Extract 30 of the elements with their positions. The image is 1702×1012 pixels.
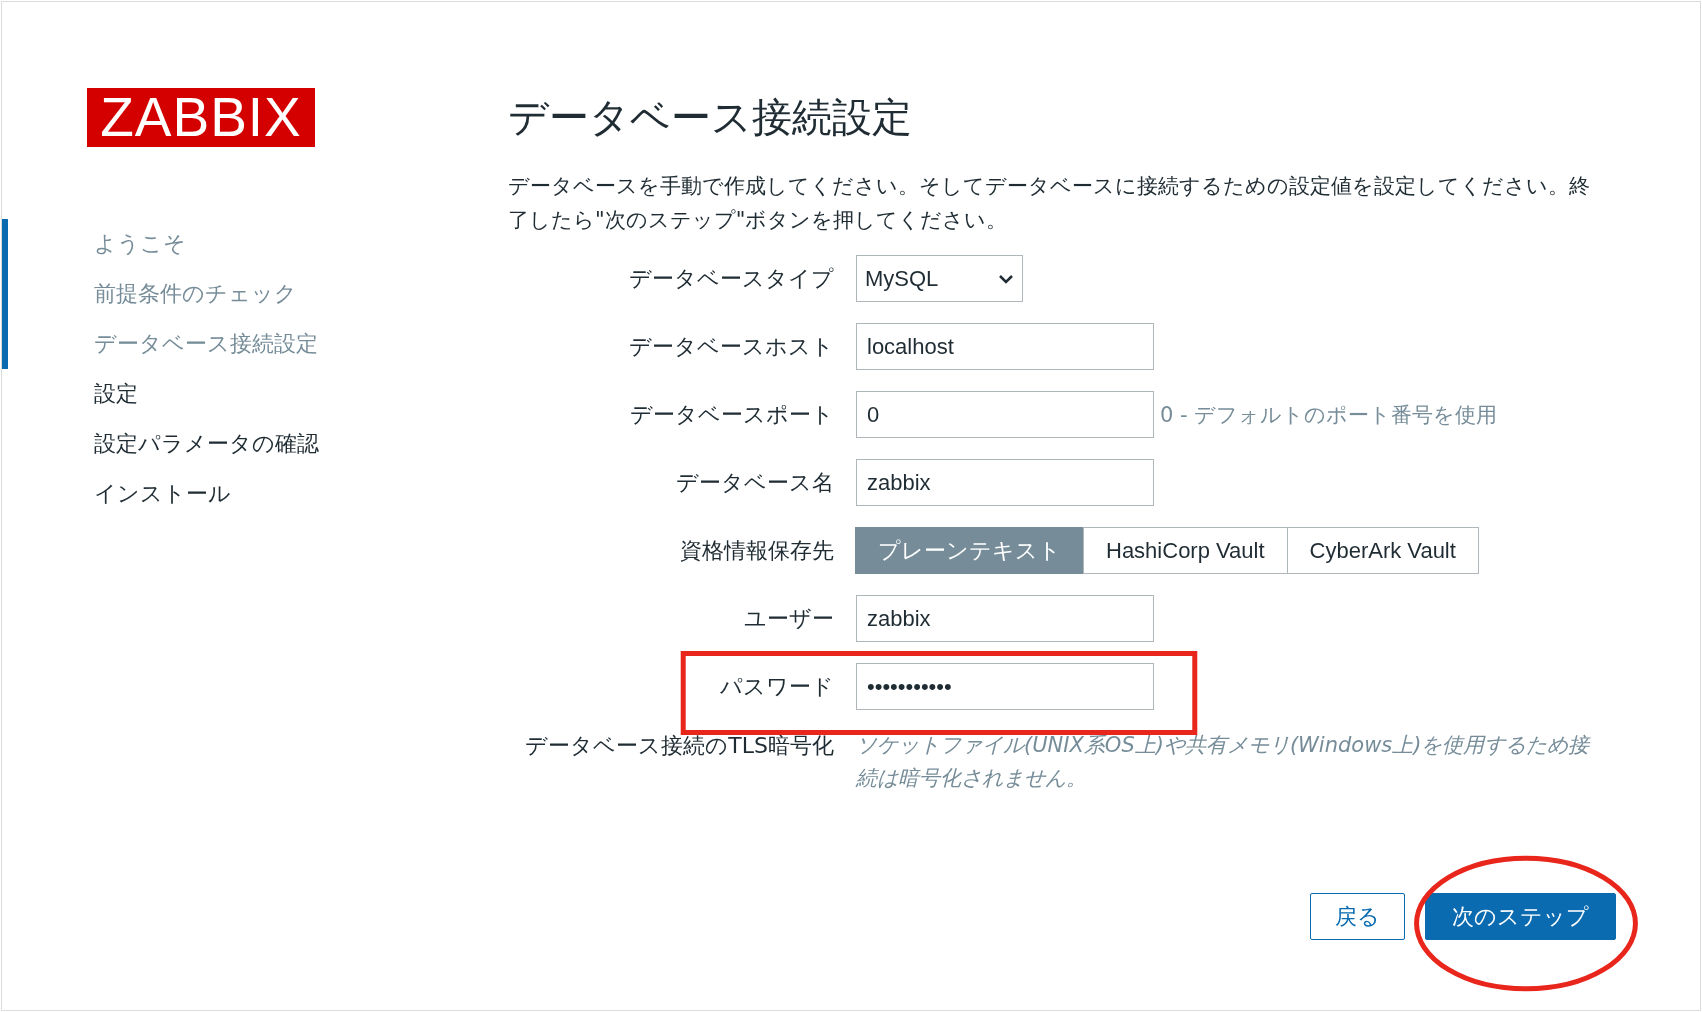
back-button[interactable]: 戻る xyxy=(1310,893,1405,940)
password-field[interactable]: ••••••••••• xyxy=(856,663,1154,710)
setup-step: インストール xyxy=(2,469,482,519)
field-label: ユーザー xyxy=(743,604,834,633)
database-type-dropdown[interactable]: MySQL xyxy=(856,255,1023,302)
field-label: データベースポート xyxy=(629,400,834,429)
next-step-button[interactable]: 次のステップ xyxy=(1425,893,1616,940)
tls-note-text: ソケットファイル(UNIX系OS上)や共有メモリ(Windows上)を使用するため接続は暗号化されません。 xyxy=(856,732,1592,792)
field-label: 資格情報保存先 xyxy=(679,536,834,565)
setup-step: ようこそ xyxy=(2,219,482,269)
input-field[interactable]: zabbix xyxy=(856,595,1154,642)
input-field[interactable]: 0 xyxy=(856,391,1154,438)
setup-step: 設定 xyxy=(2,369,482,419)
hint-text: 0 - デフォルトのポート番号を使用 xyxy=(1160,401,1498,429)
zabbix-logo: ZABBIX xyxy=(87,88,315,147)
storage-option-tab[interactable]: CyberArk Vault xyxy=(1286,527,1479,574)
field-label: データベースホスト xyxy=(628,332,834,361)
field-label: データベース名 xyxy=(675,468,834,497)
setup-step: 設定パラメータの確認 xyxy=(2,419,482,469)
field-label: データベースタイプ xyxy=(628,264,834,293)
setup-step: 前提条件のチェック xyxy=(2,269,482,319)
storage-option-tab[interactable]: HashiCorp Vault xyxy=(1083,527,1288,574)
page-title: データベース接続設定 xyxy=(508,93,913,142)
input-field[interactable]: zabbix xyxy=(856,459,1154,506)
description-text: データベースを手動で作成してください。そしてデータベースに接続するための設定値を設定してください。終了したら"次のステップ"ボタンを押してください。 xyxy=(508,173,1591,234)
input-field[interactable]: localhost xyxy=(856,323,1154,370)
field-label: データベース接続のTLS暗号化 xyxy=(524,732,834,760)
field-label: パスワード xyxy=(719,672,834,701)
setup-step: データベース接続設定 xyxy=(2,319,482,369)
caret-icon xyxy=(998,273,1014,284)
